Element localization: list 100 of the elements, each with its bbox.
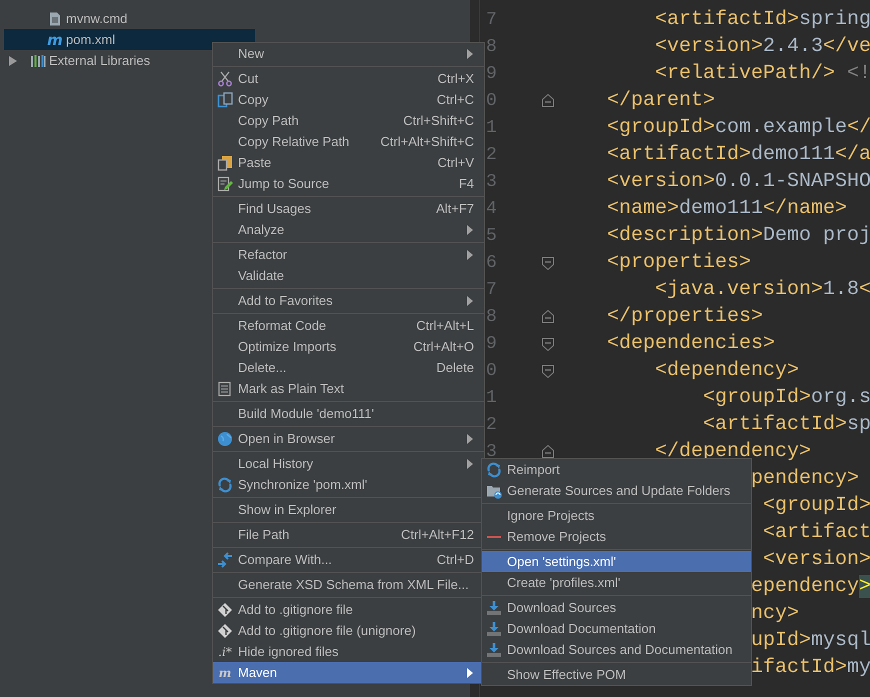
clipboard-icon: [217, 154, 233, 170]
menu-item[interactable]: Download Documentation: [482, 618, 751, 639]
code-line: upId>mysql: [751, 628, 870, 654]
line-number: 1: [485, 388, 498, 408]
line-number: 5: [485, 226, 498, 246]
menu-item[interactable]: Remove Projects: [482, 526, 751, 547]
code-line: <artifactId>demo111</a: [607, 142, 870, 168]
line-number: 0: [485, 360, 498, 380]
code-line: ncy>: [751, 601, 800, 627]
menu-item[interactable]: Jump to Source F4: [213, 173, 484, 194]
line-number: 2: [485, 144, 498, 164]
code-line: pendency>: [751, 466, 860, 492]
menu-item[interactable]: Reformat Code Ctrl+Alt+L: [213, 315, 484, 336]
line-number: 9: [485, 64, 498, 84]
document-icon: [217, 380, 233, 396]
menu-item[interactable]: Add to .gitignore file: [213, 599, 484, 620]
tree-item[interactable]: mvnw.cmd: [4, 8, 255, 29]
maven-icon: m: [47, 32, 63, 48]
menu-item[interactable]: Copy Relative Path Ctrl+Alt+Shift+C: [213, 131, 484, 152]
menu-item[interactable]: Copy Ctrl+C: [213, 89, 484, 110]
download-icon: [486, 620, 502, 636]
line-number: 8: [485, 36, 498, 56]
maven-icon: m: [217, 664, 233, 680]
menu-item[interactable]: Show Effective POM: [482, 664, 751, 685]
menu-item[interactable]: Local History: [213, 453, 484, 474]
menu-item[interactable]: Cut Ctrl+X: [213, 68, 484, 89]
ignored-files-icon: .i*: [218, 644, 232, 658]
copy-icon: [217, 92, 233, 108]
menu-item[interactable]: Download Sources and Documentation: [482, 639, 751, 660]
menu-item[interactable]: Refactor: [213, 244, 484, 265]
line-number: 8: [485, 306, 498, 326]
code-line: <groupId>com.example</: [607, 115, 870, 141]
menu-item[interactable]: Delete... Delete: [213, 357, 484, 378]
menu-item[interactable]: Mark as Plain Text: [213, 378, 484, 399]
pencil-icon: [217, 176, 233, 192]
code-line: ifactId>my: [751, 655, 870, 681]
menu-item[interactable]: Build Module 'demo111': [213, 403, 484, 424]
code-line: ependency>: [751, 574, 870, 600]
menu-item[interactable]: Paste Ctrl+V: [213, 152, 484, 173]
code-line: </parent>: [607, 88, 716, 114]
diamond-icon: [217, 622, 233, 638]
code-line: <groupId>org.s: [703, 385, 870, 411]
line-number: 3: [485, 442, 498, 462]
menu-item[interactable]: Download Sources: [482, 597, 751, 618]
fold-marker-icon: [541, 94, 555, 108]
fold-marker-icon: [541, 256, 555, 270]
minus-icon: [487, 536, 501, 538]
code-line: <dependency>: [655, 358, 800, 384]
expand-arrow-icon: [8, 54, 18, 66]
line-number: 6: [485, 252, 498, 272]
menu-item[interactable]: Optimize Imports Ctrl+Alt+O: [213, 336, 484, 357]
menu-item[interactable]: Open 'settings.xml': [482, 551, 751, 572]
fold-marker-icon: [541, 336, 555, 350]
line-number: 1: [485, 118, 498, 138]
menu-item[interactable]: Analyze: [213, 219, 484, 240]
menu-item[interactable]: Generate XSD Schema from XML File...: [213, 574, 484, 595]
line-number: 2: [485, 414, 498, 434]
menu-item[interactable]: Add to .gitignore file (unignore): [213, 620, 484, 641]
menu-item[interactable]: .i* Hide ignored files: [213, 641, 484, 662]
menu-item[interactable]: File Path Ctrl+Alt+F12: [213, 524, 484, 545]
line-number: 0: [485, 90, 498, 110]
code-line: <artifactId>sp: [703, 412, 870, 438]
code-line: <artifact: [763, 520, 870, 546]
menu-item[interactable]: Generate Sources and Update Folders: [482, 480, 751, 501]
menu-item[interactable]: Create 'profiles.xml': [482, 572, 751, 593]
fold-marker-icon: [541, 444, 555, 458]
arrows-icon: [217, 552, 233, 568]
code-line: <properties>: [607, 250, 752, 276]
tree-item[interactable]: External Libraries: [4, 50, 216, 71]
sync-icon: [486, 462, 502, 478]
line-number: 4: [485, 198, 498, 218]
line-number: 7: [485, 280, 498, 300]
menu-item[interactable]: Show in Explorer: [213, 499, 484, 520]
code-line: <version>: [763, 547, 870, 573]
fold-marker-icon: [541, 364, 555, 378]
menu-item[interactable]: Ignore Projects: [482, 505, 751, 526]
fold-marker-icon: [541, 310, 555, 324]
menu-item[interactable]: Copy Path Ctrl+Shift+C: [213, 110, 484, 131]
menu-item[interactable]: Add to Favorites: [213, 290, 484, 311]
code-line: <version>0.0.1-SNAPSHO: [607, 169, 870, 195]
file-icon: [47, 10, 63, 26]
menu-item[interactable]: m Maven: [213, 662, 484, 683]
code-line: <relativePath/> <!: [655, 61, 870, 87]
code-line: <version>2.4.3</ve: [655, 34, 870, 60]
menu-item[interactable]: Find Usages Alt+F7: [213, 198, 484, 219]
code-line: <description>Demo proj: [607, 223, 870, 249]
diamond-icon: [217, 602, 233, 618]
code-line: <artifactId>spring: [655, 7, 870, 33]
line-number: 3: [485, 172, 498, 192]
code-line: <name>demo111</name>: [607, 196, 848, 222]
menu-item[interactable]: Synchronize 'pom.xml': [213, 474, 484, 495]
scissors-icon: [217, 70, 233, 86]
tree-item[interactable]: m pom.xml: [4, 29, 255, 50]
line-number: 7: [485, 10, 498, 30]
menu-item[interactable]: Compare With... Ctrl+D: [213, 549, 484, 570]
download-icon: [486, 642, 502, 658]
menu-item[interactable]: Validate: [213, 265, 484, 286]
download-icon: [486, 600, 502, 616]
menu-item[interactable]: Open in Browser: [213, 428, 484, 449]
code-line: <groupId>: [763, 493, 870, 519]
